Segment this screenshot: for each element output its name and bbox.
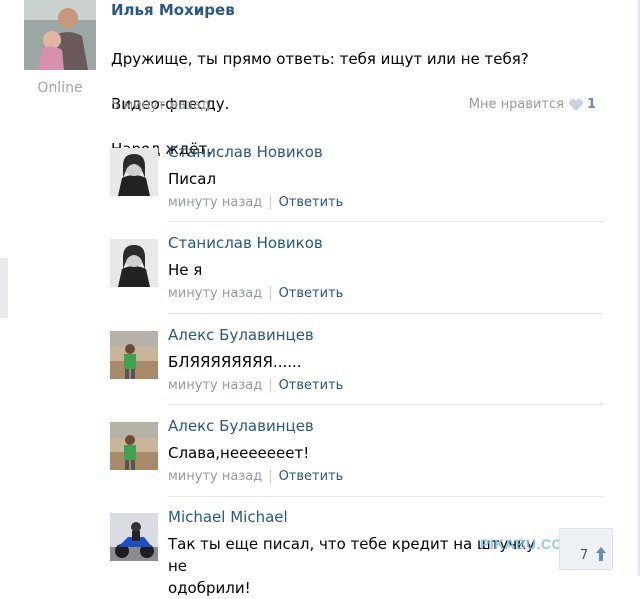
commenter-name[interactable]: Алекс Булавинцев xyxy=(168,417,314,435)
commenter-avatar[interactable] xyxy=(110,422,158,470)
like-button[interactable]: Мне нравится 1 xyxy=(469,97,596,112)
commenter-avatar[interactable] xyxy=(110,148,158,196)
reply-button[interactable]: Ответить xyxy=(279,378,344,393)
comment-divider xyxy=(168,313,604,314)
commenter-avatar[interactable] xyxy=(110,239,158,287)
comment-time[interactable]: минуту назад xyxy=(168,286,262,301)
left-panel-edge xyxy=(0,0,10,575)
comment-item: Станислав Новиков Писал минуту назад | Отв… xyxy=(108,143,604,221)
meta-separator: | xyxy=(268,469,273,484)
comment-item: Алекс Булавинцев Слава,нееееееет! минуту… xyxy=(108,417,604,495)
comment-time[interactable]: минуту назад xyxy=(168,469,262,484)
reply-button[interactable]: Ответить xyxy=(279,469,344,484)
comment-meta: минуту назад | Ответить xyxy=(168,469,343,484)
comment-time[interactable]: минуту назад xyxy=(168,195,262,210)
comment-meta: минуту назад | Ответить xyxy=(168,286,343,301)
comment-divider xyxy=(168,404,604,405)
comment-item: Алекс Булавинцев БЛЯЯЯЯЯЯЯЯ...... минуту… xyxy=(108,326,604,404)
comment-text: Слава,нееееееет! xyxy=(168,444,310,462)
commenter-avatar[interactable] xyxy=(110,513,158,561)
post-author-name[interactable]: Илья Мохирев xyxy=(111,1,235,19)
online-status: Online xyxy=(37,80,83,96)
like-count: 1 xyxy=(586,97,596,112)
meta-separator: | xyxy=(268,195,273,210)
heart-icon xyxy=(569,98,583,111)
meta-separator: | xyxy=(268,286,273,301)
comment-text: БЛЯЯЯЯЯЯЯЯ...... xyxy=(168,353,302,371)
post-timestamp[interactable]: 5 минут назад xyxy=(111,98,210,113)
comment-meta: минуту назад | Ответить xyxy=(168,195,343,210)
comment-divider xyxy=(168,496,604,497)
comment-text: Не я xyxy=(168,261,203,279)
comment-item: Станислав Новиков Не я минуту назад | Отве… xyxy=(108,234,604,312)
scroll-top-button[interactable]: 7 xyxy=(559,528,613,570)
comment-time[interactable]: минуту назад xyxy=(168,378,262,393)
reply-button[interactable]: Ответить xyxy=(279,286,344,301)
comment-meta: минуту назад | Ответить xyxy=(168,378,343,393)
left-panel-shade xyxy=(0,258,8,318)
reply-button[interactable]: Ответить xyxy=(279,195,344,210)
comment-divider xyxy=(168,221,604,222)
commenter-name[interactable]: Станислав Новиков xyxy=(168,143,323,161)
author-avatar[interactable] xyxy=(24,0,96,70)
meta-separator: | xyxy=(268,378,273,393)
comment-text: Писал xyxy=(168,170,217,188)
commenter-name[interactable]: Алекс Булавинцев xyxy=(168,326,314,344)
like-label: Мне нравится xyxy=(468,97,564,112)
corner-count: 7 xyxy=(580,548,589,563)
commenter-name[interactable]: Michael Michael xyxy=(168,508,288,526)
commenter-name[interactable]: Станислав Новиков xyxy=(168,234,323,252)
post-text-line: Дружище, ты прямо ответь: тебя ищут или … xyxy=(111,49,529,68)
commenter-avatar[interactable] xyxy=(110,331,158,379)
arrow-up-icon xyxy=(596,547,606,561)
